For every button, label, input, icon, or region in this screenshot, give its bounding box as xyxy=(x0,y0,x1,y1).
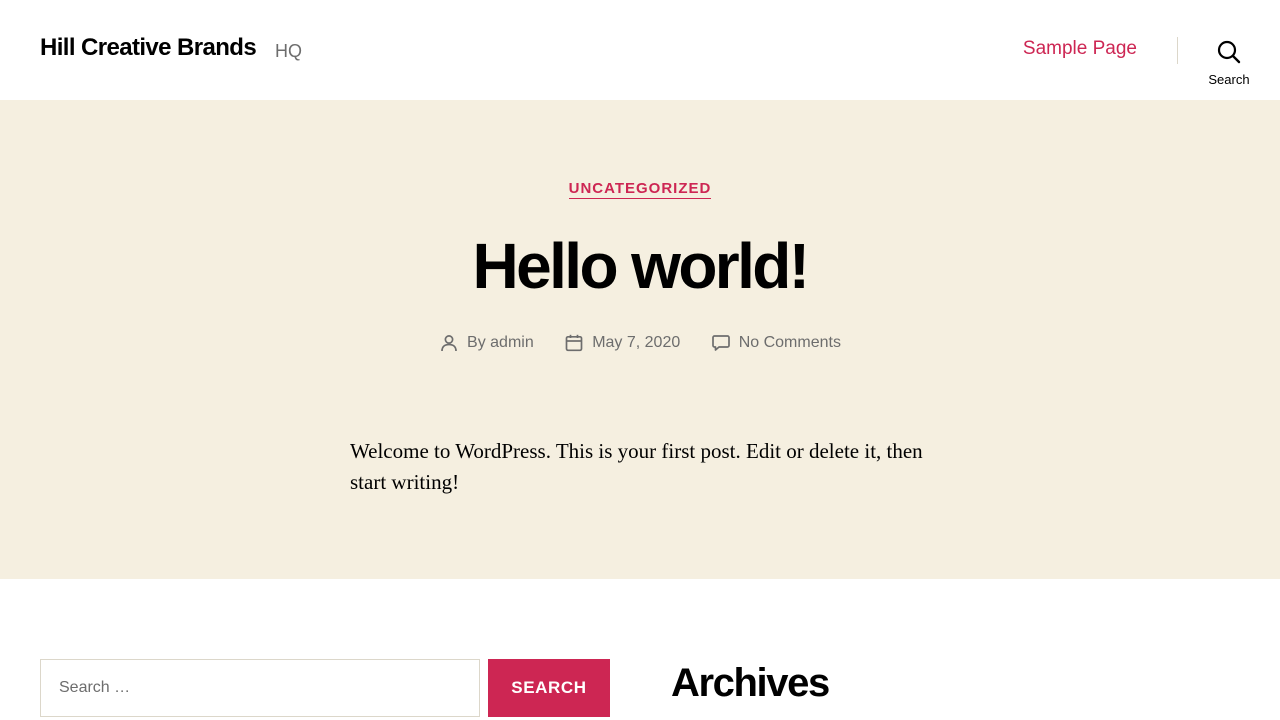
post-comments: No Comments xyxy=(711,333,841,353)
post-content: Welcome to WordPress. This is your first… xyxy=(350,439,923,494)
footer-search-form: SEARCH xyxy=(40,659,610,717)
post-author: By admin xyxy=(439,333,534,353)
post-title: Hello world! xyxy=(472,230,810,302)
site-header: Hill Creative Brands HQ Sample Page Sear… xyxy=(0,0,1280,100)
nav-item-sample-page[interactable]: Sample Page xyxy=(1023,38,1137,60)
post-categories: UNCATEGORIZED xyxy=(0,180,1280,199)
search-toggle-label: Search xyxy=(1208,72,1250,87)
post-date-link[interactable]: May 7, 2020 xyxy=(592,334,680,352)
search-input[interactable] xyxy=(40,659,480,717)
nav-divider xyxy=(1177,37,1178,64)
comment-icon xyxy=(711,335,730,351)
calendar-icon xyxy=(565,334,583,352)
post-hero: UNCATEGORIZED Hello world! By admin May … xyxy=(0,100,1280,579)
category-link[interactable]: UNCATEGORIZED xyxy=(568,180,712,199)
post-date: May 7, 2020 xyxy=(564,333,680,353)
site-tagline: HQ xyxy=(275,41,302,61)
post-comments-link[interactable]: No Comments xyxy=(739,334,841,352)
post-author-link[interactable]: By admin xyxy=(467,334,534,352)
post-meta: By admin May 7, 2020 No Comments xyxy=(0,333,1280,353)
archives-widget-title: Archives xyxy=(671,661,830,705)
site-title-link[interactable]: Hill Creative Brands xyxy=(40,34,257,62)
user-icon xyxy=(441,335,457,352)
search-toggle-button[interactable]: Search xyxy=(1200,36,1258,88)
search-icon xyxy=(1217,40,1241,64)
search-submit-button[interactable]: SEARCH xyxy=(488,659,610,717)
